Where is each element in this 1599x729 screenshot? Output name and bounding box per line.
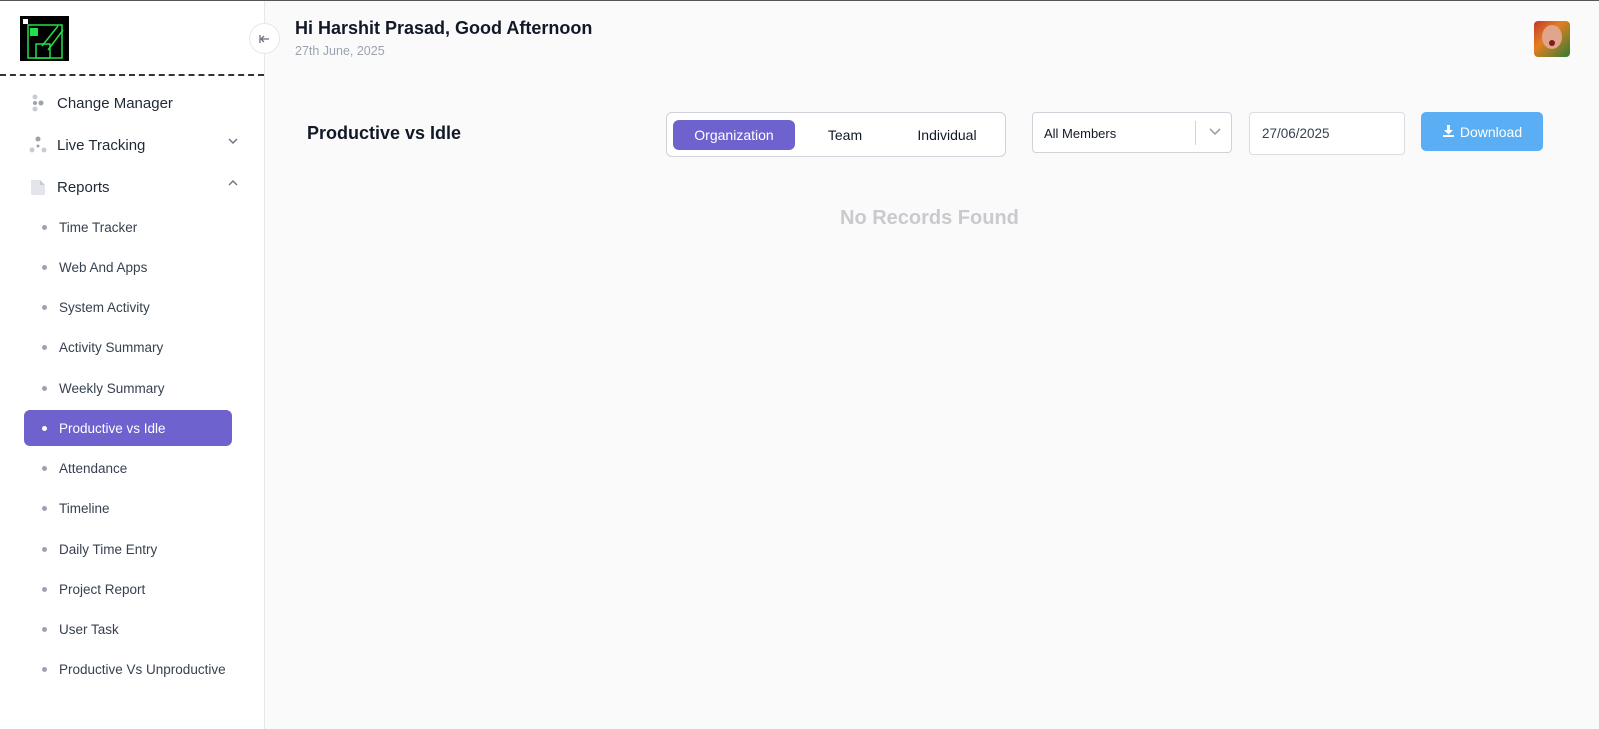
download-icon: [1442, 124, 1455, 140]
members-select-value: All Members: [1044, 126, 1117, 141]
report-label: Productive vs Idle: [59, 420, 166, 436]
segment-organization[interactable]: Organization: [673, 120, 795, 150]
arrow-left-icon: [258, 34, 269, 43]
menu-change-manager[interactable]: Change Manager: [28, 92, 238, 114]
report-weekly-summary[interactable]: Weekly Summary: [24, 370, 232, 406]
download-label: Download: [1459, 123, 1523, 140]
avatar[interactable]: [1534, 21, 1570, 57]
report-label: Activity Summary: [59, 339, 164, 355]
segment-individual[interactable]: Individual: [895, 120, 999, 150]
chevron-down-icon[interactable]: [1208, 124, 1222, 141]
report-system-activity[interactable]: System Activity: [24, 289, 232, 325]
report-label: Time Tracker: [59, 219, 138, 235]
app-logo[interactable]: [20, 16, 69, 61]
menu-live-tracking[interactable]: Live Tracking: [28, 134, 238, 156]
report-productive-vs-unproductive[interactable]: Productive Vs Unproductive: [24, 651, 232, 687]
date-input[interactable]: [1249, 112, 1405, 155]
logo-area: [0, 1, 264, 76]
report-time-tracker[interactable]: Time Tracker: [24, 209, 232, 245]
scope-segmented-control: Organization Team Individual: [666, 112, 1006, 157]
bullet-icon: [42, 586, 47, 592]
report-label: Productive Vs Unproductive: [59, 661, 226, 677]
members-select[interactable]: All Members: [1032, 112, 1232, 153]
report-productive-vs-idle[interactable]: Productive vs Idle: [24, 410, 232, 446]
report-label: Web And Apps: [59, 259, 148, 275]
download-button[interactable]: Download: [1421, 112, 1543, 151]
report-label: Project Report: [59, 581, 146, 597]
bullet-icon: [42, 626, 47, 632]
report-label: User Task: [59, 621, 119, 637]
report-web-and-apps[interactable]: Web And Apps: [24, 249, 232, 285]
segment-team[interactable]: Team: [805, 120, 885, 150]
report-label: Timeline: [59, 500, 110, 516]
report-timeline[interactable]: Timeline: [24, 490, 232, 526]
report-activity-summary[interactable]: Activity Summary: [24, 329, 232, 365]
menu-label: Live Tracking: [57, 136, 146, 154]
menu-label: Change Manager: [57, 94, 173, 112]
report-label: Daily Time Entry: [59, 541, 158, 557]
report-project-report[interactable]: Project Report: [24, 571, 232, 607]
report-user-task[interactable]: User Task: [24, 611, 232, 647]
people-icon: [28, 93, 48, 113]
bullet-icon: [42, 546, 47, 552]
greeting: Hi Harshit Prasad, Good Afternoon: [295, 18, 593, 38]
page-title: Productive vs Idle: [307, 123, 462, 143]
bullet-icon: [42, 666, 47, 672]
bullet-icon: [42, 344, 47, 350]
chevron-down-icon: [228, 136, 238, 149]
bullet-icon: [42, 304, 47, 310]
menu-reports[interactable]: Reports: [28, 176, 238, 198]
report-label: Weekly Summary: [59, 380, 165, 396]
bullet-icon: [42, 425, 47, 431]
bullet-icon: [42, 505, 47, 511]
sidebar: Change Manager Live Tracking Reports Tim…: [0, 1, 265, 729]
report-label: Attendance: [59, 460, 128, 476]
bullet-icon: [42, 224, 47, 230]
menu-label: Reports: [57, 178, 110, 196]
chevron-up-icon: [228, 178, 238, 191]
report-label: System Activity: [59, 299, 150, 315]
bullet-icon: [42, 385, 47, 391]
collapse-sidebar-button[interactable]: [249, 23, 280, 54]
bullet-icon: [42, 465, 47, 471]
file-icon: [28, 177, 48, 197]
bullet-icon: [42, 264, 47, 270]
select-divider: [1195, 121, 1196, 145]
report-daily-time-entry[interactable]: Daily Time Entry: [24, 531, 232, 567]
header-date: 27th June, 2025: [295, 44, 385, 58]
report-attendance[interactable]: Attendance: [24, 450, 232, 486]
empty-state-message: No Records Found: [840, 207, 1019, 229]
network-icon: [28, 135, 48, 155]
